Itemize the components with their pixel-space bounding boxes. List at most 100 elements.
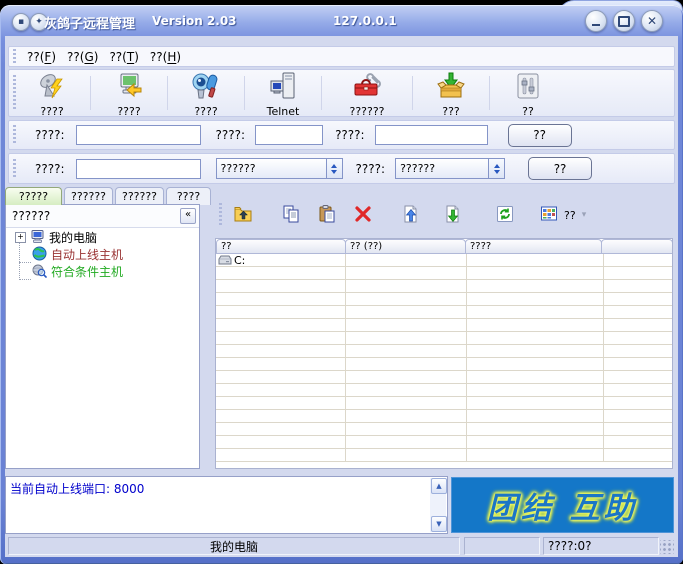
column-header-blank[interactable] [601,239,673,254]
menu-help[interactable]: ??(H) [150,50,181,64]
toolbar-button-settings[interactable]: ?????? [324,72,410,116]
chevron-down-icon[interactable]: ▾ [582,210,587,220]
column-header-name[interactable]: ?? [216,239,346,254]
upload-icon [401,204,421,227]
log-message: 当前自动上线端口: 8000 [10,480,144,497]
copy-button[interactable] [278,202,304,228]
table-row[interactable] [216,293,672,306]
table-row[interactable] [216,358,672,371]
view-mode-button[interactable] [536,202,562,228]
paste-button[interactable] [314,202,340,228]
column-header-size[interactable]: ?? (??) [345,239,466,254]
download-button[interactable] [440,202,466,228]
host-tree: + 我的电脑 自动上线主机 符合条件主机 [6,228,199,469]
menu-settings[interactable]: ??(T) [109,50,138,64]
download-icon [443,204,463,227]
toolbar-separator [489,76,490,110]
minimize-button[interactable] [585,10,607,32]
spinner-icon[interactable] [488,159,504,178]
satellite-icon [37,71,67,104]
tab-remote-control[interactable]: ?????? [64,187,113,205]
search-row: ????: ?????? ????: ?????? ?? [8,153,675,184]
tab-file-manager[interactable]: ????? [5,187,62,205]
thread-combo[interactable]: ?????? [395,158,505,179]
spinner-icon[interactable] [326,159,342,178]
window-version: Version 2.03 [152,14,237,28]
password-input[interactable] [375,125,488,145]
field4-label: ????: [35,162,65,176]
status-spacer [464,537,540,555]
toolbar-button-scan[interactable]: ???? [16,72,88,116]
table-row[interactable] [216,306,672,319]
nav-menu-icon: ✦ [35,17,43,27]
toolbar-button-online[interactable]: ???? [93,72,165,116]
tab-command[interactable]: ?????? [115,187,164,205]
refresh-button[interactable] [492,202,518,228]
table-row[interactable] [216,397,672,410]
menubar-grip[interactable] [13,49,16,64]
collapse-button[interactable]: « [180,208,196,224]
webcam-mic-icon [191,71,221,104]
resize-grip[interactable] [660,540,674,554]
toolbar-separator [90,76,91,110]
search-host-icon [32,263,47,281]
field1-label: ????: [35,128,65,142]
port-input[interactable] [255,125,323,145]
table-row[interactable] [216,384,672,397]
row-grip[interactable] [13,159,16,179]
table-row[interactable] [216,371,672,384]
toolbox-icon [352,71,382,104]
toolbar-separator [167,76,168,110]
toolbar-button-capture[interactable]: ???? [170,72,242,116]
toolbar-button-switch[interactable]: ?? [492,72,564,116]
host-tree-header: ?????? « [6,205,199,228]
table-row[interactable] [216,423,672,436]
collapse-icon: « [185,209,191,220]
expand-icon[interactable]: + [15,232,26,243]
maximize-button[interactable] [613,10,635,32]
status-online-count: ????:0? [543,537,659,555]
table-row[interactable] [216,332,672,345]
tree-item-auto-online[interactable]: 自动上线主机 [32,246,123,263]
my-computer-icon [30,229,45,247]
arrow-down-icon: ▼ [436,520,441,528]
table-row[interactable] [216,267,672,280]
scroll-up-button[interactable]: ▲ [431,478,447,494]
menu-tools[interactable]: ??(G) [67,50,98,64]
tree-item-matched-hosts[interactable]: 符合条件主机 [32,263,123,280]
table-row[interactable] [216,436,672,449]
copy-icon [281,204,301,227]
box-download-icon [436,71,466,104]
view-mode-label: ?? [564,209,576,222]
search-button[interactable]: ?? [528,157,592,180]
connect-button[interactable]: ?? [508,124,572,147]
scroll-down-button[interactable]: ▼ [431,516,447,532]
scan-type-combo[interactable]: ?????? [216,158,343,179]
upload-button[interactable] [398,202,424,228]
toolbar-separator [412,76,413,110]
table-row[interactable] [216,410,672,423]
tree-connector [19,279,31,280]
table-row[interactable] [216,345,672,358]
tree-item-my-computer[interactable]: + 我的电脑 [15,229,97,246]
range-input[interactable] [76,159,201,179]
tab-misc[interactable]: ???? [166,187,211,205]
table-row[interactable] [216,449,672,462]
file-toolbar-grip[interactable] [219,203,222,227]
table-row[interactable] [216,280,672,293]
toolbar-button-telnet[interactable]: Telnet [247,72,319,116]
up-directory-button[interactable] [230,202,256,228]
menu-file[interactable]: ??(F) [27,50,56,64]
table-row[interactable] [216,319,672,332]
close-button[interactable]: ✕ [641,10,663,32]
system-menu-button[interactable]: ▪ [12,13,30,31]
log-scrollbar[interactable]: ▲ ▼ [430,478,446,532]
host-input[interactable] [76,125,201,145]
tree-connector [19,262,31,263]
column-header-type[interactable]: ???? [465,239,602,254]
file-grid-rows: C: [216,254,672,462]
file-row-c-drive[interactable]: C: [216,254,672,267]
delete-button[interactable] [350,202,376,228]
row-grip[interactable] [13,125,16,145]
toolbar-button-build[interactable]: ??? [415,72,487,116]
